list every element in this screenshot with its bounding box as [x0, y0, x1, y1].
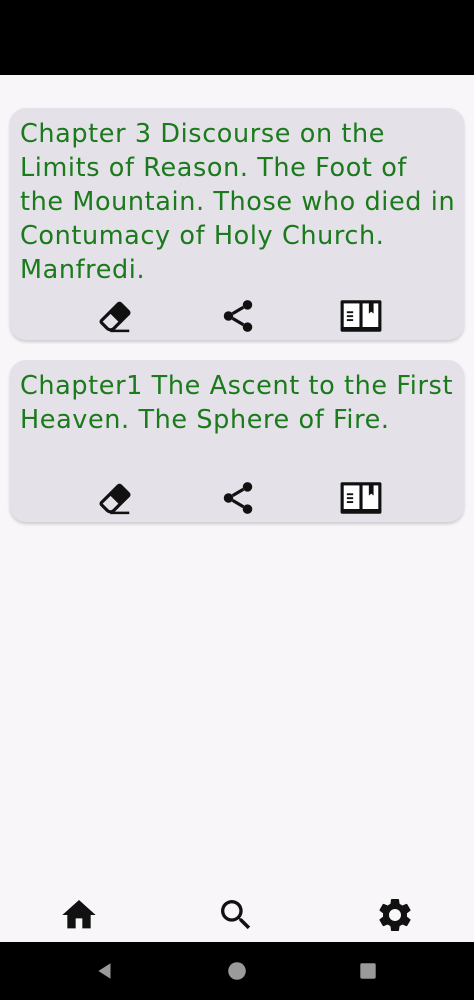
share-button[interactable] — [216, 480, 260, 516]
book-open-icon — [340, 300, 382, 332]
nav-home-button[interactable] — [57, 895, 101, 935]
share-icon — [223, 482, 253, 514]
read-button[interactable] — [339, 298, 383, 334]
home-circle-icon — [228, 962, 246, 980]
system-home-button[interactable] — [224, 958, 250, 984]
chapter-card[interactable]: Chapter1 The Ascent to the First Heaven.… — [10, 360, 464, 522]
read-button[interactable] — [339, 480, 383, 516]
book-open-icon — [340, 482, 382, 514]
recents-icon — [360, 963, 376, 979]
erase-button[interactable] — [93, 298, 137, 334]
share-button[interactable] — [216, 298, 260, 334]
chapter-title: Chapter1 The Ascent to the First Heaven.… — [20, 371, 454, 435]
chapter-card[interactable]: Chapter 3 Discourse on the Limits of Rea… — [10, 108, 464, 340]
search-icon — [221, 900, 251, 930]
settings-icon — [379, 899, 411, 931]
app-screen: Chapter 3 Discourse on the Limits of Rea… — [0, 75, 474, 942]
erase-button[interactable] — [93, 480, 137, 516]
bottom-navigation — [0, 889, 474, 942]
home-icon — [62, 900, 96, 929]
eraser-icon — [99, 301, 131, 333]
eraser-icon — [99, 483, 131, 515]
nav-search-button[interactable] — [214, 895, 258, 935]
back-icon — [98, 963, 111, 979]
share-icon — [223, 300, 253, 332]
system-back-button[interactable] — [92, 958, 118, 984]
nav-settings-button[interactable] — [373, 895, 417, 935]
status-bar — [0, 0, 474, 75]
chapter-actions — [10, 298, 464, 334]
chapter-actions — [10, 480, 464, 516]
system-navigation-bar — [0, 942, 474, 1000]
system-recents-button[interactable] — [355, 958, 381, 984]
chapter-title: Chapter 3 Discourse on the Limits of Rea… — [20, 119, 456, 285]
